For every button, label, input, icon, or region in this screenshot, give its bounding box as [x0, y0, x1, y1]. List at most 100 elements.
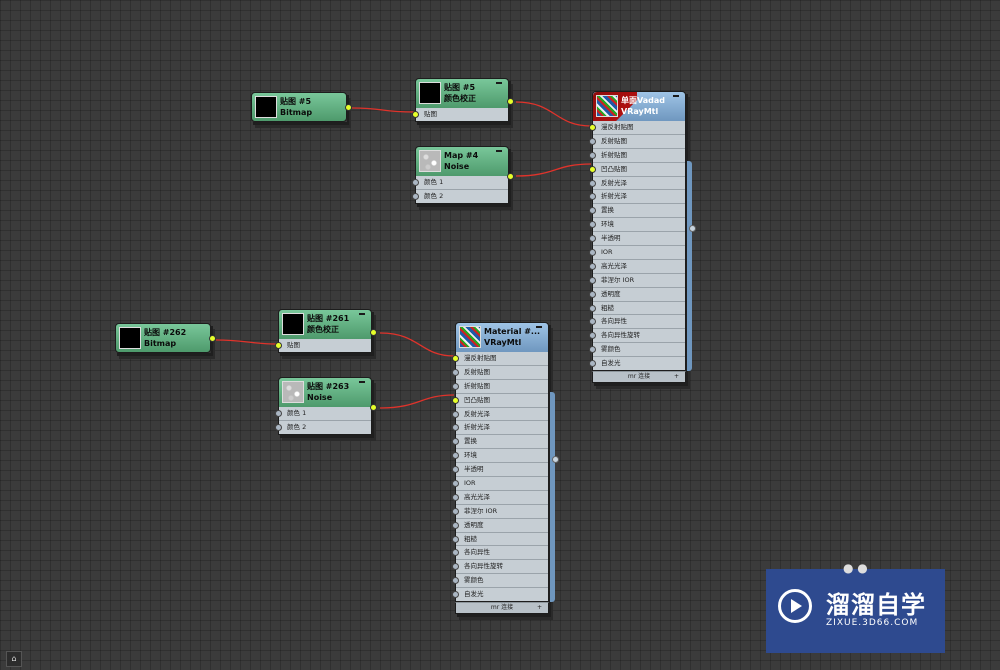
input-port[interactable] [589, 179, 596, 187]
input-slot[interactable]: 环境 [452, 449, 548, 464]
input-port[interactable] [589, 137, 596, 145]
input-port[interactable] [589, 290, 596, 298]
input-slot[interactable]: IOR [452, 477, 548, 491]
input-slot[interactable]: 折射光泽 [589, 190, 685, 205]
input-slot[interactable]: 透明度 [589, 287, 685, 302]
output-port[interactable] [209, 335, 216, 342]
input-port[interactable] [589, 249, 596, 257]
input-port[interactable] [452, 480, 459, 488]
input-port[interactable] [452, 382, 459, 390]
input-port[interactable] [589, 346, 596, 354]
input-slot[interactable]: 菲涅尔 IOR [589, 273, 685, 288]
input-slot[interactable]: 贴图 [412, 108, 508, 121]
output-port[interactable] [345, 104, 352, 111]
mr-connect-footer[interactable]: mr 连接 + [592, 371, 686, 384]
input-slot[interactable]: 各向异性 [589, 315, 685, 330]
input-port[interactable] [589, 124, 596, 131]
node-bitmap-5[interactable]: 贴图 #5 Bitmap [251, 92, 352, 122]
input-slot[interactable]: 折射贴图 [589, 148, 685, 163]
input-slot[interactable]: 反射光泽 [452, 407, 548, 422]
node-noise-263[interactable]: 贴图 #263 Noise 颜色 1 颜色 2 [275, 377, 377, 435]
input-slot[interactable]: 颜色 1 [275, 407, 371, 421]
input-port[interactable] [452, 396, 459, 404]
input-slot[interactable]: 粗糙 [589, 301, 685, 316]
minimize-icon[interactable] [496, 150, 502, 152]
input-slot[interactable]: 反射贴图 [589, 134, 685, 149]
output-port[interactable] [689, 225, 696, 232]
input-slot[interactable]: 贴图 [275, 339, 371, 352]
node-color-correction-5[interactable]: 贴图 #5 颜色校正 贴图 [412, 78, 514, 122]
output-port[interactable] [370, 404, 377, 411]
node-map-4-noise[interactable]: Map #4 Noise 颜色 1 颜色 2 [412, 146, 514, 204]
input-slot[interactable]: 颜色 2 [412, 189, 508, 203]
input-slot[interactable]: 置换 [452, 435, 548, 450]
input-slot[interactable]: 漫反射贴图 [589, 121, 685, 135]
input-slot[interactable]: 置换 [589, 204, 685, 219]
input-port[interactable] [589, 193, 596, 201]
minimize-icon[interactable] [496, 82, 502, 84]
input-slot[interactable]: 反射光泽 [589, 176, 685, 191]
input-port[interactable] [452, 507, 459, 515]
input-slot[interactable]: 环境 [589, 218, 685, 233]
input-port[interactable] [452, 563, 459, 571]
input-port[interactable] [589, 304, 596, 312]
input-slot[interactable]: 菲涅尔 IOR [452, 504, 548, 519]
input-port[interactable] [589, 360, 596, 368]
input-port[interactable] [589, 235, 596, 243]
input-port[interactable] [452, 410, 459, 418]
node-material-top-vraymtl[interactable]: 单面Vadad VRayMtl 漫反射贴图 反射贴图 折射贴图 凹凸贴图 反射光泽 折射光… [589, 91, 696, 384]
input-port[interactable] [452, 466, 459, 474]
minimize-icon[interactable] [536, 326, 542, 328]
input-port[interactable] [452, 521, 459, 529]
input-slot[interactable]: 各向异性旋转 [452, 560, 548, 575]
input-port[interactable] [452, 452, 459, 460]
minimize-icon[interactable] [673, 95, 679, 97]
input-port[interactable] [589, 165, 596, 173]
input-port[interactable] [452, 535, 459, 543]
input-slot[interactable]: 高光光泽 [452, 490, 548, 505]
node-color-correction-261[interactable]: 贴图 #261 颜色校正 贴图 [275, 309, 377, 353]
input-port[interactable] [452, 549, 459, 557]
input-port[interactable] [275, 342, 282, 349]
minimize-icon[interactable] [359, 381, 365, 383]
minimize-icon[interactable] [359, 313, 365, 315]
input-slot[interactable]: 粗糙 [452, 532, 548, 547]
input-slot[interactable]: 漫反射贴图 [452, 352, 548, 366]
input-port[interactable] [412, 179, 419, 186]
navigation-icon[interactable]: ⌂ [6, 651, 22, 667]
input-slot[interactable]: IOR [589, 246, 685, 260]
input-port[interactable] [589, 262, 596, 270]
input-slot[interactable]: 雾颜色 [589, 343, 685, 358]
input-port[interactable] [412, 111, 419, 118]
input-slot[interactable]: 半透明 [589, 232, 685, 247]
mr-connect-footer[interactable]: mr 连接 + [455, 602, 549, 615]
input-port[interactable] [452, 577, 459, 585]
input-slot[interactable]: 各向异性旋转 [589, 329, 685, 344]
input-slot[interactable]: 高光光泽 [589, 259, 685, 274]
input-slot[interactable]: 自发光 [589, 357, 685, 371]
output-port[interactable] [507, 173, 514, 180]
input-slot[interactable]: 反射贴图 [452, 365, 548, 380]
input-port[interactable] [275, 410, 282, 417]
input-port[interactable] [452, 368, 459, 376]
output-port[interactable] [370, 329, 377, 336]
input-slot[interactable]: 自发光 [452, 588, 548, 602]
node-bitmap-262[interactable]: 贴图 #262 Bitmap [115, 323, 216, 353]
input-slot[interactable]: 凹凸贴图 [452, 393, 548, 408]
input-port[interactable] [589, 221, 596, 229]
input-port[interactable] [452, 591, 459, 599]
input-slot[interactable]: 折射光泽 [452, 421, 548, 436]
input-port[interactable] [589, 207, 596, 215]
input-slot[interactable]: 雾颜色 [452, 574, 548, 589]
input-port[interactable] [452, 493, 459, 501]
output-port[interactable] [552, 456, 559, 463]
input-slot[interactable]: 折射贴图 [452, 379, 548, 394]
input-port[interactable] [589, 151, 596, 159]
input-port[interactable] [589, 318, 596, 326]
input-slot[interactable]: 颜色 1 [412, 176, 508, 190]
input-port[interactable] [412, 192, 419, 200]
input-slot[interactable]: 凹凸贴图 [589, 162, 685, 177]
input-port[interactable] [589, 276, 596, 284]
input-port[interactable] [275, 423, 282, 431]
input-port[interactable] [452, 438, 459, 446]
